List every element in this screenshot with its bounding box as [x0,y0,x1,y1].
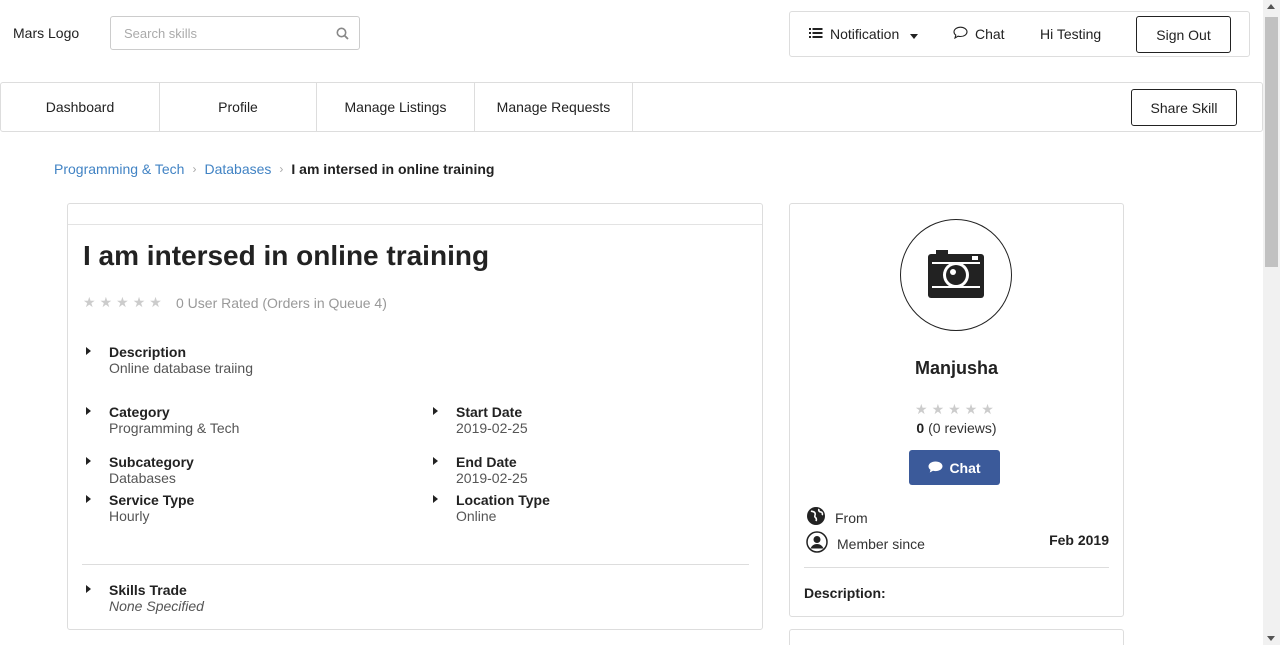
user-circle-icon [806,531,828,556]
field-value: Online database traiing [109,360,253,376]
section-divider [82,564,749,565]
avatar[interactable] [900,219,1012,331]
caret-right-icon [86,347,91,355]
secondary-card [789,629,1124,645]
card-divider [68,224,762,225]
caret-right-icon [433,495,438,503]
from-row: From [806,506,868,529]
tab-manage-listings[interactable]: Manage Listings [317,83,475,131]
star-icon: ★ [132,294,146,310]
field-label: Start Date [456,404,523,420]
field-label: Subcategory [109,454,194,470]
search-input[interactable] [111,17,331,49]
field-value: None Specified [109,598,204,614]
skill-detail-card: I am intersed in online training ★ ★ ★ ★… [67,203,763,630]
caret-right-icon [433,457,438,465]
tab-manage-requests[interactable]: Manage Requests [475,83,633,131]
star-icon: ★ [948,401,961,417]
field-label: Location Type [456,492,550,508]
user-greeting[interactable]: Hi Testing [1040,26,1101,42]
search-box [110,16,360,50]
field-value: Databases [109,470,176,486]
caret-right-icon [86,495,91,503]
reviews-count: (0 reviews) [928,420,997,436]
notification-label: Notification [830,26,900,42]
breadcrumb-subcategory[interactable]: Databases [204,161,271,177]
chat-button-label: Chat [949,459,981,476]
scrollbar[interactable] [1263,0,1280,645]
field-value: Hourly [109,508,150,524]
member-since-row: Member since [806,531,925,556]
caret-right-icon [86,457,91,465]
star-icon: ★ [964,401,978,417]
share-skill-button[interactable]: Share Skill [1131,89,1237,126]
top-menu: Notification Chat Hi Testing Sign Out [789,11,1250,57]
skill-rating-stars: ★ ★ ★ ★ ★ [83,294,162,311]
rating-summary: 0 User Rated (Orders in Queue 4) [176,295,387,311]
seller-profile-card: Manjusha ★ ★ ★ ★ ★ 0 (0 reviews) Chat Fr… [789,203,1124,617]
star-icon: ★ [915,401,928,417]
star-icon: ★ [931,401,945,417]
breadcrumb-category[interactable]: Programming & Tech [54,161,184,177]
field-value: 2019-02-25 [456,420,528,436]
seller-description-label: Description: [804,585,886,601]
star-icon: ★ [149,294,162,310]
star-icon: ★ [981,401,994,417]
rating-value: 0 [916,420,925,436]
tab-profile[interactable]: Profile [160,83,317,131]
caret-right-icon [86,407,91,415]
chat-link[interactable]: Chat [953,26,1005,42]
skill-title: I am intersed in online training [83,240,490,271]
chat-button[interactable]: Chat [909,450,1000,485]
search-icon[interactable] [336,27,349,43]
breadcrumb: Programming & Tech › Databases › I am in… [54,161,494,177]
list-icon [809,26,823,42]
star-icon: ★ [116,294,129,310]
tab-dashboard[interactable]: Dashboard [1,83,160,131]
camera-icon [928,249,984,301]
globe-icon [806,506,826,529]
field-label: End Date [456,454,517,470]
seller-name: Manjusha [914,358,998,378]
chat-bubble-icon [928,460,943,476]
field-value: Online [456,508,497,524]
breadcrumb-current: I am intersed in online training [291,161,495,177]
scroll-up-icon[interactable] [1267,4,1275,9]
logo[interactable]: Mars Logo [13,25,79,41]
field-value: Programming & Tech [109,420,240,436]
notification-dropdown[interactable]: Notification [809,26,919,42]
main-nav: Dashboard Profile Manage Listings Manage… [0,82,1263,132]
field-label: Description [109,344,187,360]
member-since-label: Member since [837,535,925,552]
breadcrumb-separator-icon: › [192,162,197,176]
star-icon: ★ [83,294,96,310]
field-label: Category [109,404,170,420]
caret-down-icon [910,26,919,42]
from-label: From [835,509,868,526]
field-label: Skills Trade [109,582,187,598]
chat-bubble-icon [953,26,968,42]
field-value: 2019-02-25 [456,470,528,486]
section-divider [804,567,1109,568]
sign-out-button[interactable]: Sign Out [1136,16,1231,53]
field-label: Service Type [109,492,195,508]
member-since-value: Feb 2019 [1049,532,1109,548]
seller-rating-stars: ★ ★ ★ ★ ★ [915,401,994,418]
star-icon: ★ [99,294,113,310]
caret-right-icon [86,585,91,593]
chat-label: Chat [975,26,1005,42]
seller-reviews: 0 (0 reviews) [790,420,1123,436]
scrollbar-thumb[interactable] [1265,17,1278,267]
caret-right-icon [433,407,438,415]
scroll-down-icon[interactable] [1267,636,1275,641]
breadcrumb-separator-icon: › [279,162,284,176]
